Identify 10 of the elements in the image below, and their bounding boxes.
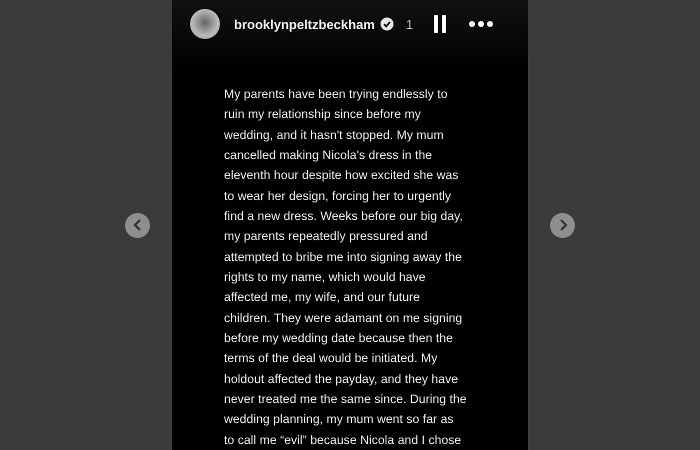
username[interactable]: brooklynpeltzbeckham <box>234 16 375 32</box>
pause-icon[interactable] <box>433 15 448 34</box>
story-text: My parents have been trying endlessly to ruin my relationship since before my wedding, and it hasn't stopped. My mum cancelled making Nicola's dress in the eleventh hour despite how excited she was to wear her design, forcing her to urgently find a new dress. Weeks before our big day, my parents repeatedly pressured and attempted to bribe me into signing away the rights to my name, which would have affected me, my wife, and our future children. They were adamant on me signing before my wedding date because then the terms of the deal would be initiated. My holdout affected the payday, and they have never treated me the same since. During the wedding planning, my mum went so far as to call me “evil” because Nicola and I chose <box>224 86 468 449</box>
chevron-left-icon <box>132 219 142 231</box>
chevron-right-icon <box>558 219 568 231</box>
avatar[interactable] <box>190 9 220 40</box>
next-button[interactable] <box>550 212 575 238</box>
more-icon[interactable] <box>469 21 494 28</box>
post-time: 1 <box>406 16 414 32</box>
previous-button[interactable] <box>125 212 150 238</box>
